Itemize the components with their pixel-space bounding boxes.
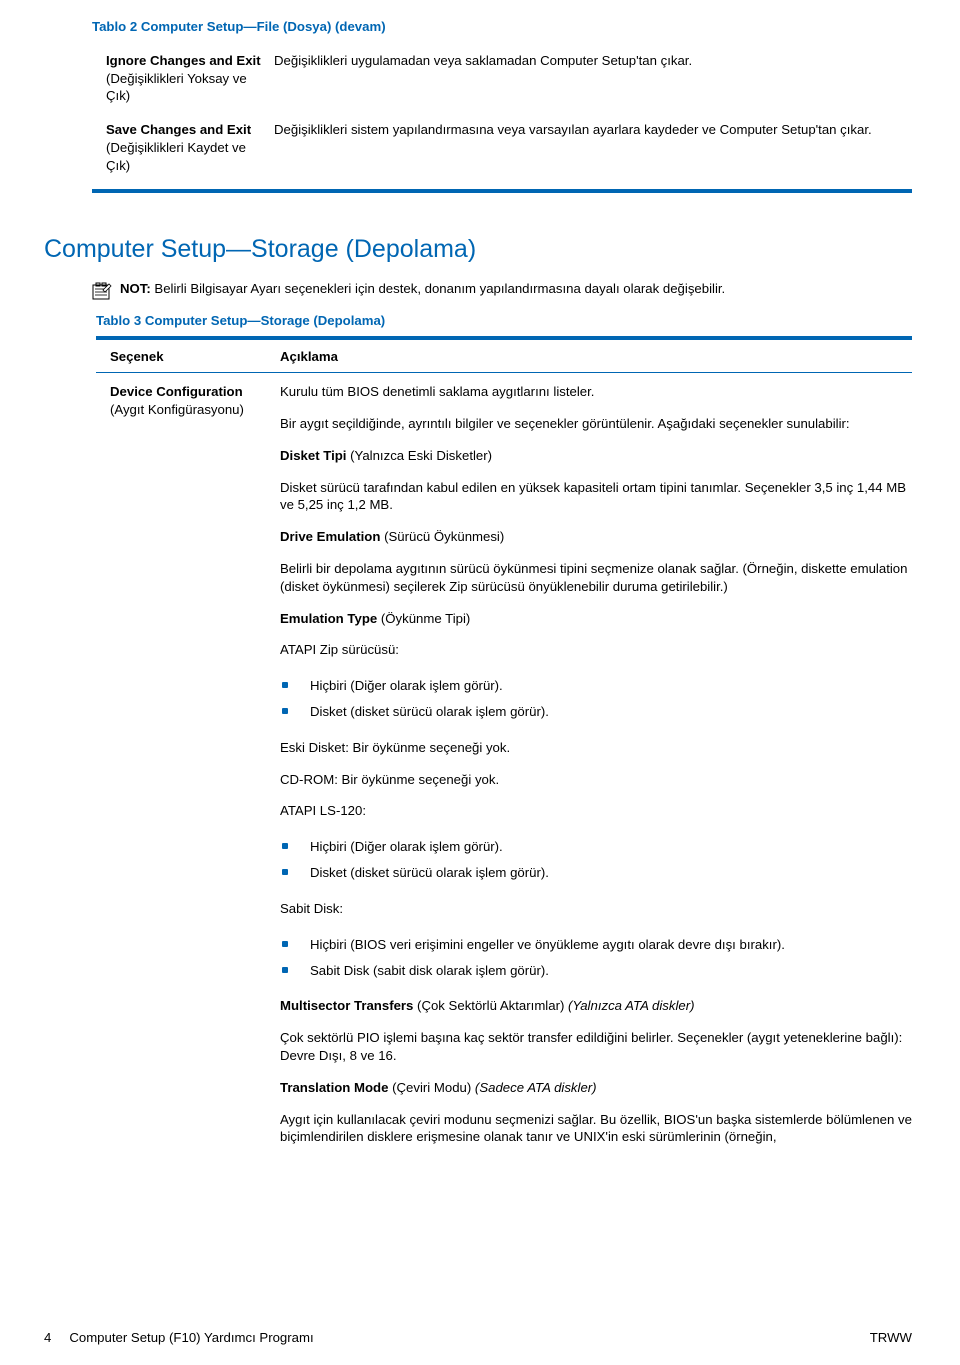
table2-row: Ignore Changes and Exit (Değişiklikleri … xyxy=(92,42,912,111)
note-icon xyxy=(92,282,112,300)
list-item: Hiçbiri (Diğer olarak işlem görür). xyxy=(282,834,912,860)
table3-head-option: Seçenek xyxy=(110,348,280,366)
paragraph: Aygıt için kullanılacak çeviri modunu se… xyxy=(280,1111,912,1147)
bullet-icon xyxy=(282,967,288,973)
table2-cell-option: Save Changes and Exit (Değişiklikleri Ka… xyxy=(106,121,274,174)
table2-row: Save Changes and Exit (Değişiklikleri Ka… xyxy=(92,111,912,180)
table3-header: Seçenek Açıklama xyxy=(96,340,912,372)
sub-heading: Drive Emulation (Sürücü Öykünmesi) xyxy=(280,528,912,546)
table2-cell-desc: Değişiklikleri sistem yapılandırmasına v… xyxy=(274,121,912,174)
table2-cell-option: Ignore Changes and Exit (Değişiklikleri … xyxy=(106,52,274,105)
option-name: Save Changes and Exit xyxy=(106,122,251,137)
table3-head-desc: Açıklama xyxy=(280,348,912,366)
note-body: Belirli Bilgisayar Ayarı seçenekleri içi… xyxy=(151,281,725,296)
sub-heading-rest: (Sürücü Öykünmesi) xyxy=(380,529,504,544)
table3-body: Device Configuration (Aygıt Konfigürasyo… xyxy=(96,373,912,1146)
option-name-rest: (Aygıt Konfigürasyonu) xyxy=(110,402,244,417)
paragraph: CD-ROM: Bir öykünme seçeneği yok. xyxy=(280,771,912,789)
paragraph: Eski Disket: Bir öykünme seçeneği yok. xyxy=(280,739,912,757)
sub-heading-bold: Drive Emulation xyxy=(280,529,380,544)
list-item: Disket (disket sürücü olarak işlem görür… xyxy=(282,699,912,725)
table2-end-rule xyxy=(92,189,912,193)
list-item: Hiçbiri (Diğer olarak işlem görür). xyxy=(282,673,912,699)
list-item: Hiçbiri (BIOS veri erişimini engeller ve… xyxy=(282,932,912,958)
option-name: Ignore Changes and Exit xyxy=(106,53,261,68)
chapter-title: Computer Setup (F10) Yardımcı Programı xyxy=(69,1329,313,1347)
bullet-list: Hiçbiri (BIOS veri erişimini engeller ve… xyxy=(280,932,912,984)
bullet-list: Hiçbiri (Diğer olarak işlem görür). Disk… xyxy=(280,834,912,886)
sub-heading-rest: (Öykünme Tipi) xyxy=(377,611,470,626)
table2-title: Tablo 2 Computer Setup—File (Dosya) (dev… xyxy=(92,18,912,36)
table2-cell-desc: Değişiklikleri uygulamadan veya saklamad… xyxy=(274,52,912,105)
sub-heading: Multisector Transfers (Çok Sektörlü Akta… xyxy=(280,997,912,1015)
list-item: Sabit Disk (sabit disk olarak işlem görü… xyxy=(282,958,912,984)
bullet-icon xyxy=(282,682,288,688)
table3-option-cell: Device Configuration (Aygıt Konfigürasyo… xyxy=(110,383,280,1146)
option-name: Device Configuration xyxy=(110,384,243,399)
sub-heading-rest: (Yalnızca Eski Disketler) xyxy=(350,448,492,463)
page-footer: 4 Computer Setup (F10) Yardımcı Programı… xyxy=(44,1329,912,1347)
sub-heading: Emulation Type (Öykünme Tipi) xyxy=(280,610,912,628)
list-item-text: Hiçbiri (BIOS veri erişimini engeller ve… xyxy=(310,936,785,954)
list-item-text: Sabit Disk (sabit disk olarak işlem görü… xyxy=(310,962,549,980)
table2: Ignore Changes and Exit (Değişiklikleri … xyxy=(92,42,912,181)
sub-heading-bold: Disket Tipi xyxy=(280,448,350,463)
footer-right: TRWW xyxy=(870,1329,912,1347)
sub-heading-rest: (Çeviri Modu) xyxy=(388,1080,474,1095)
sub-heading: Translation Mode (Çeviri Modu) (Sadece A… xyxy=(280,1079,912,1097)
list-item-text: Disket (disket sürücü olarak işlem görür… xyxy=(310,703,549,721)
paragraph: Belirli bir depolama aygıtının sürücü öy… xyxy=(280,560,912,596)
bullet-icon xyxy=(282,843,288,849)
sub-heading-bold: Translation Mode xyxy=(280,1080,388,1095)
paragraph: Disket sürücü tarafından kabul edilen en… xyxy=(280,479,912,515)
sub-heading-bold: Emulation Type xyxy=(280,611,377,626)
option-name-rest: (Değişiklikleri Kaydet ve Çık) xyxy=(106,140,246,173)
bullet-icon xyxy=(282,869,288,875)
bullet-icon xyxy=(282,941,288,947)
list-item-text: Hiçbiri (Diğer olarak işlem görür). xyxy=(310,838,503,856)
bullet-list: Hiçbiri (Diğer olarak işlem görür). Disk… xyxy=(280,673,912,725)
sub-heading: Disket Tipi (Yalnızca Eski Disketler) xyxy=(280,447,912,465)
paragraph: ATAPI LS-120: xyxy=(280,802,912,820)
note-label: NOT: xyxy=(120,281,151,296)
paragraph: Kurulu tüm BIOS denetimli saklama aygıtl… xyxy=(280,383,912,401)
page-number: 4 xyxy=(44,1329,51,1347)
section-heading: Computer Setup—Storage (Depolama) xyxy=(44,233,912,267)
paragraph: Çok sektörlü PIO işlemi başına kaç sektö… xyxy=(280,1029,912,1065)
sub-heading-italic: (Sadece ATA diskler) xyxy=(475,1080,597,1095)
sub-heading-italic: (Yalnızca ATA diskler) xyxy=(568,998,695,1013)
paragraph: Sabit Disk: xyxy=(280,900,912,918)
sub-heading-rest: (Çok Sektörlü Aktarımlar) xyxy=(413,998,568,1013)
table3-title: Tablo 3 Computer Setup—Storage (Depolama… xyxy=(96,312,912,330)
list-item-text: Disket (disket sürücü olarak işlem görür… xyxy=(310,864,549,882)
note-block: NOT: Belirli Bilgisayar Ayarı seçenekler… xyxy=(92,280,912,300)
paragraph: Bir aygıt seçildiğinde, ayrıntılı bilgil… xyxy=(280,415,912,433)
note-text: NOT: Belirli Bilgisayar Ayarı seçenekler… xyxy=(120,280,912,298)
sub-heading-bold: Multisector Transfers xyxy=(280,998,413,1013)
list-item-text: Hiçbiri (Diğer olarak işlem görür). xyxy=(310,677,503,695)
bullet-icon xyxy=(282,708,288,714)
paragraph: ATAPI Zip sürücüsü: xyxy=(280,641,912,659)
option-name-rest: (Değişiklikleri Yoksay ve Çık) xyxy=(106,71,247,104)
list-item: Disket (disket sürücü olarak işlem görür… xyxy=(282,860,912,886)
table3-desc-cell: Kurulu tüm BIOS denetimli saklama aygıtl… xyxy=(280,383,912,1146)
